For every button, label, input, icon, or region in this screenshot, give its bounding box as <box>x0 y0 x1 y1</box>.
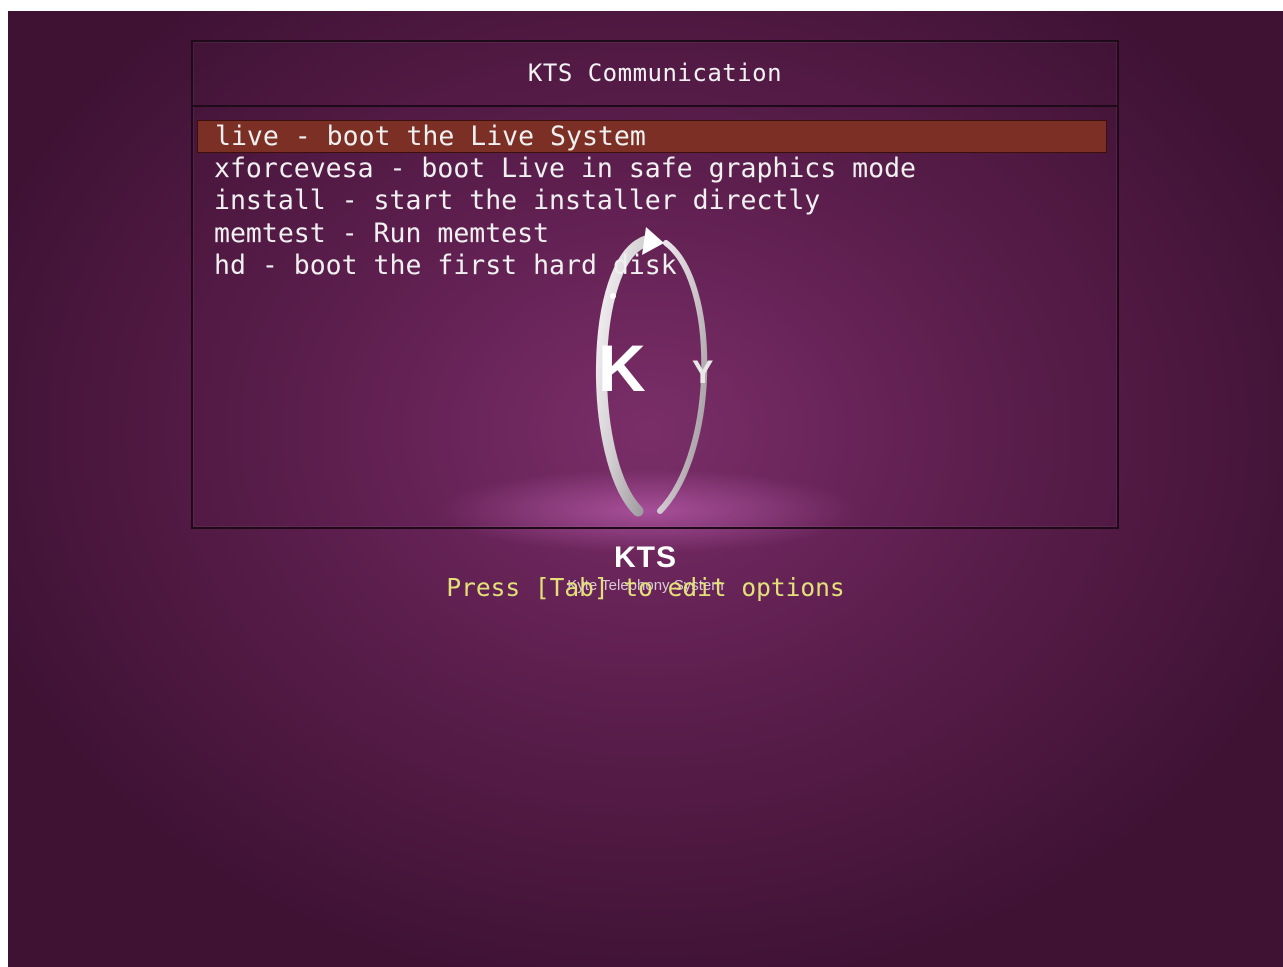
menu-title: KTS Communication <box>193 42 1117 107</box>
menu-item-hd[interactable]: hd - boot the first hard disk <box>197 250 1107 283</box>
menu-item-install[interactable]: install - start the installer directly <box>197 185 1107 218</box>
boot-screen: K Y KTS Communication live - boot the Li… <box>8 11 1283 967</box>
menu-list: live - boot the Live System xforcevesa -… <box>197 120 1107 283</box>
menu-item-xforcevesa[interactable]: xforcevesa - boot Live in safe graphics … <box>197 153 1107 186</box>
logo-letter-y: Y <box>692 354 713 390</box>
menu-item-live[interactable]: live - boot the Live System <box>197 120 1107 153</box>
edit-options-hint: Press [Tab] to edit options <box>446 573 845 602</box>
logo-name: KTS <box>614 541 677 574</box>
logo-letter-k: K <box>598 331 646 405</box>
menu-item-memtest[interactable]: memtest - Run memtest <box>197 218 1107 251</box>
